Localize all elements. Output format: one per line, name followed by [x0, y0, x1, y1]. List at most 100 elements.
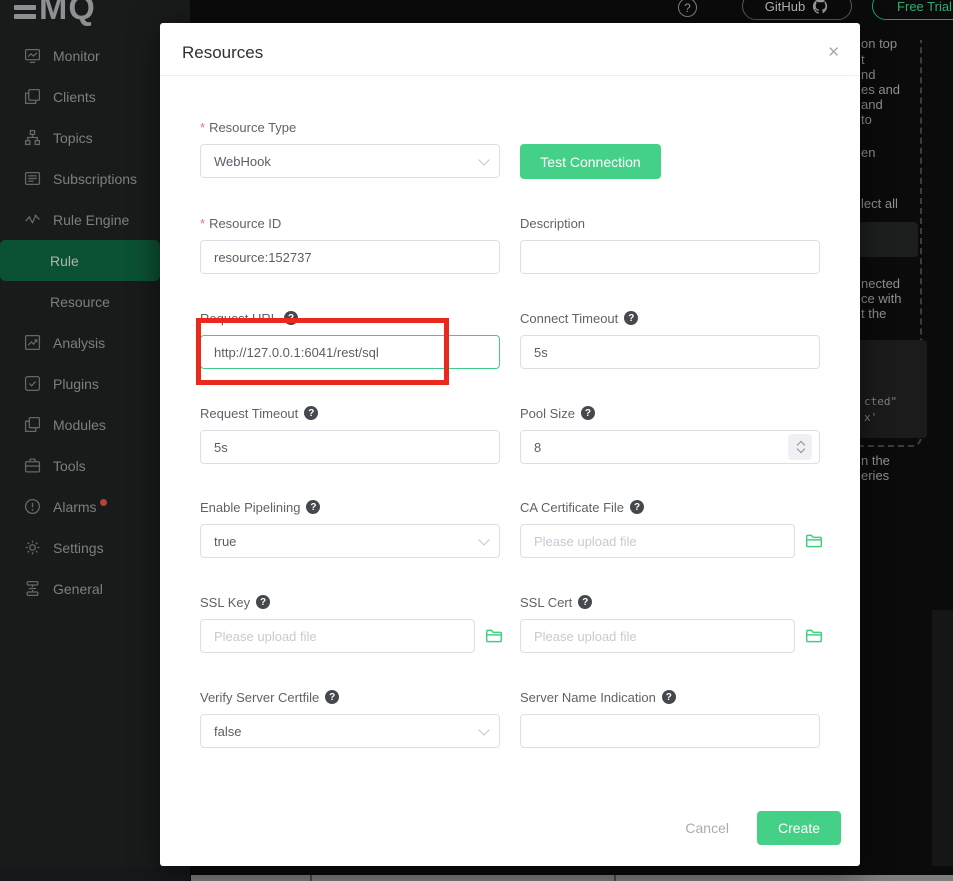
plugins-icon [24, 375, 41, 392]
free-trial-button[interactable]: Free Trial [872, 0, 953, 20]
alarms-icon [24, 498, 41, 515]
sidebar-item-label: Clients [53, 89, 96, 105]
field-label: CA Certificate File ? [520, 498, 820, 516]
resource-type-select[interactable]: WebHook [200, 144, 500, 178]
verify-server-certfile-value: false [214, 724, 241, 739]
verify-server-certfile-select[interactable]: false [200, 714, 500, 748]
sidebar-item-label: Rule [50, 253, 79, 269]
modal-footer: Cancel Create [685, 811, 841, 845]
field-label: Connect Timeout ? [520, 309, 820, 327]
field-label: SSL Cert ? [520, 593, 820, 611]
subscriptions-icon [24, 170, 41, 187]
description-input[interactable] [520, 240, 820, 274]
field-label: Request URL ? [200, 309, 500, 327]
create-button[interactable]: Create [757, 811, 841, 845]
field-label: SSL Key ? [200, 593, 500, 611]
help-icon[interactable]: ? [325, 690, 339, 704]
field-label: Description [520, 214, 820, 232]
help-icon[interactable]: ? [304, 406, 318, 420]
github-label: GitHub [765, 0, 805, 14]
help-icon[interactable]: ? [624, 311, 638, 325]
emq-logo[interactable]: MQ [14, 0, 96, 28]
field-ca-certificate: CA Certificate File ? [520, 498, 820, 558]
emq-logo-bars-icon [14, 1, 36, 23]
sidebar-item-label: Subscriptions [53, 171, 137, 187]
close-icon[interactable]: ✕ [827, 43, 840, 61]
field-description: Description [520, 214, 820, 274]
field-label: * Resource Type [200, 118, 500, 136]
sidebar-footer-strip [0, 868, 190, 881]
chevron-down-icon [480, 156, 488, 164]
field-request-timeout: Request Timeout ? [200, 404, 500, 464]
ssl-key-input[interactable] [200, 619, 475, 653]
modal-title: Resources [182, 43, 263, 63]
help-icon[interactable]: ? [678, 0, 697, 17]
pool-size-stepper[interactable] [788, 434, 812, 460]
bg-text-fragment: eries [861, 468, 889, 483]
monitor-icon [24, 47, 41, 64]
chevron-down-icon [480, 726, 488, 734]
folder-upload-icon[interactable] [805, 627, 823, 645]
help-icon[interactable]: ? [284, 311, 298, 325]
help-mark: ? [684, 1, 691, 15]
server-name-indication-input[interactable] [520, 714, 820, 748]
sidebar-item-label: Settings [53, 540, 104, 556]
test-connection-button[interactable]: Test Connection [520, 144, 661, 179]
sidebar-item-label: Resource [50, 294, 110, 310]
rule-engine-icon [24, 211, 41, 228]
field-label: Request Timeout ? [200, 404, 500, 422]
help-icon[interactable]: ? [578, 595, 592, 609]
sidebar-item-label: Rule Engine [53, 212, 129, 228]
help-icon[interactable]: ? [306, 500, 320, 514]
sidebar-item-label: Tools [53, 458, 86, 474]
required-asterisk: * [200, 216, 205, 231]
modal-header-divider [160, 75, 860, 76]
folder-upload-icon[interactable] [805, 532, 823, 550]
settings-icon [24, 539, 41, 556]
field-request-url: Request URL ? [200, 309, 500, 369]
emq-logo-text: MQ [39, 0, 96, 28]
resources-modal: Resources ✕ * Resource Type WebHook Test… [160, 23, 860, 866]
help-icon[interactable]: ? [581, 406, 595, 420]
bg-panel-edge [932, 610, 953, 866]
ssl-cert-input[interactable] [520, 619, 795, 653]
cancel-button[interactable]: Cancel [685, 820, 729, 836]
enable-pipelining-value: true [214, 534, 236, 549]
request-url-input[interactable] [200, 335, 500, 369]
topics-icon [24, 129, 41, 146]
field-server-name-indication: Server Name Indication ? [520, 688, 820, 748]
field-label: * Resource ID [200, 214, 500, 232]
clients-icon [24, 88, 41, 105]
sidebar-item-rule[interactable]: Rule [0, 240, 160, 281]
scrollbar-divider [310, 875, 312, 881]
sidebar-item-label: General [53, 581, 103, 597]
general-icon [24, 580, 41, 597]
github-button[interactable]: GitHub [742, 0, 852, 20]
resource-id-input[interactable] [200, 240, 500, 274]
request-timeout-input[interactable] [200, 430, 500, 464]
help-icon[interactable]: ? [662, 690, 676, 704]
ca-certificate-file-input[interactable] [520, 524, 795, 558]
pool-size-input[interactable] [520, 430, 820, 464]
enable-pipelining-select[interactable]: true [200, 524, 500, 558]
sidebar-item-label: Alarms [53, 499, 97, 515]
help-icon[interactable]: ? [630, 500, 644, 514]
github-icon [812, 0, 829, 15]
bg-code-line: x' [864, 411, 877, 424]
horizontal-scrollbar[interactable] [191, 875, 953, 881]
field-label: Verify Server Certfile ? [200, 688, 500, 706]
bg-text-fragment: n the [861, 453, 890, 468]
field-label: Pool Size ? [520, 404, 820, 422]
help-icon[interactable]: ? [256, 595, 270, 609]
field-label: Server Name Indication ? [520, 688, 820, 706]
field-resource-type: * Resource Type WebHook [200, 118, 500, 178]
stepper-down-icon[interactable] [797, 447, 804, 454]
folder-upload-icon[interactable] [485, 627, 503, 645]
field-ssl-cert: SSL Cert ? [520, 593, 820, 653]
alarms-badge-dot [100, 499, 107, 506]
sidebar-item-label: Topics [53, 130, 93, 146]
tools-icon [24, 457, 41, 474]
sidebar-item-label: Monitor [53, 48, 100, 64]
connect-timeout-input[interactable] [520, 335, 820, 369]
resource-type-value: WebHook [214, 154, 271, 169]
